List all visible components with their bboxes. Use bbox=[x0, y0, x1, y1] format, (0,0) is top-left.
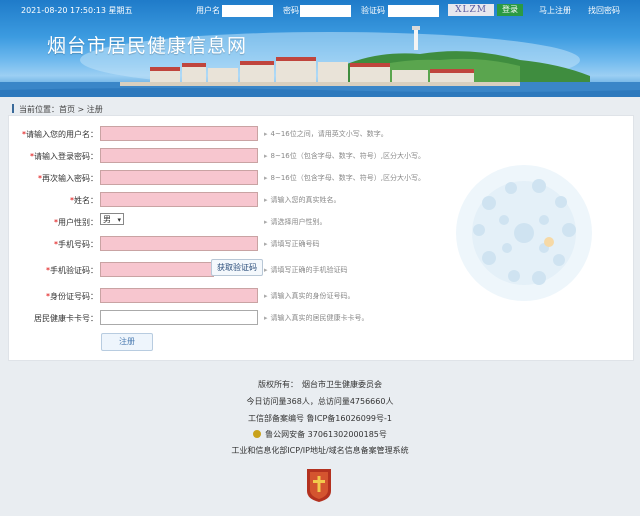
phone-input[interactable] bbox=[100, 236, 258, 251]
health-card-row: 居民健康卡卡号： ▸ 请输入真实的居民健康卡卡号。 bbox=[9, 310, 633, 325]
footer-visits: 今日访问量368人，总访问量4756660人 bbox=[246, 397, 394, 406]
footer-copyright: 版权所有： 烟台市卫生健康委员会 bbox=[258, 380, 382, 389]
id-number-input[interactable] bbox=[100, 288, 258, 303]
sms-code-input[interactable] bbox=[100, 262, 214, 277]
password-field-label: 请输入登录密码： bbox=[34, 152, 98, 161]
sms-code-row: *手机验证码： 获取验证码 ▸ 请填写正确的手机验证码 bbox=[9, 259, 633, 277]
hint-arrow-icon: ▸ bbox=[264, 174, 268, 182]
confirm-password-row: *再次输入密码： ▸ 8~16位（包含字母、数字、符号）,区分大小写。 bbox=[9, 170, 633, 185]
top-password-input[interactable] bbox=[300, 5, 351, 17]
site-header: 2021-08-20 17:50:13 星期五 用户名 密码 验证码 XLZM … bbox=[0, 0, 640, 97]
username-field-label: 请输入您的用户名： bbox=[26, 130, 98, 139]
name-hint: 请输入您的真实姓名。 bbox=[270, 196, 341, 204]
footer-icp[interactable]: 工信部备案编号 鲁ICP备16026099号-1 bbox=[0, 413, 640, 424]
register-link[interactable]: 马上注册 bbox=[539, 5, 571, 16]
id-number-field-label: 身份证号码： bbox=[50, 292, 98, 301]
login-button[interactable]: 登录 bbox=[497, 4, 523, 16]
register-submit-button[interactable]: 注册 bbox=[101, 333, 153, 351]
breadcrumb-prefix: 当前位置： bbox=[19, 105, 59, 114]
captcha-label: 验证码 bbox=[361, 6, 385, 15]
password-row: *请输入登录密码： ▸ 8~16位（包含字母、数字、符号）,区分大小写。 bbox=[9, 148, 633, 163]
footer-police-text: 鲁公网安备 37061302000185号 bbox=[265, 430, 387, 439]
breadcrumb: 当前位置：首页 > 注册 bbox=[8, 101, 632, 115]
hint-arrow-icon: ▸ bbox=[264, 314, 268, 322]
chevron-down-icon: ▾ bbox=[117, 216, 121, 224]
gender-selected-value: 男 bbox=[103, 215, 111, 224]
hint-arrow-icon: ▸ bbox=[264, 218, 268, 226]
confirm-password-field-label: 再次输入密码： bbox=[42, 174, 98, 183]
gender-row: *用户性别： 男 ▾ ▸ 请选择用户性别。 bbox=[9, 213, 633, 228]
breadcrumb-current: 注册 bbox=[86, 105, 103, 114]
hint-arrow-icon: ▸ bbox=[264, 266, 268, 274]
footer-police[interactable]: 鲁公网安备 37061302000185号 bbox=[0, 429, 640, 440]
name-field-label: 姓名： bbox=[74, 196, 98, 205]
police-badge-icon bbox=[253, 430, 262, 438]
top-captcha-input[interactable] bbox=[388, 5, 439, 17]
health-card-input[interactable] bbox=[100, 310, 258, 325]
top-login-bar: 2021-08-20 17:50:13 星期五 用户名 密码 验证码 XLZM … bbox=[0, 0, 640, 20]
username-hint: 4~16位之间，请用英文小写、数字。 bbox=[270, 130, 388, 138]
hint-arrow-icon: ▸ bbox=[264, 130, 268, 138]
registration-form: *请输入您的用户名： ▸ 4~16位之间，请用英文小写、数字。 *请输入登录密码：… bbox=[8, 115, 634, 361]
hint-arrow-icon: ▸ bbox=[264, 152, 268, 160]
breadcrumb-marker bbox=[12, 104, 14, 113]
gender-select[interactable]: 男 ▾ bbox=[100, 213, 124, 225]
sms-code-field-label: 手机验证码： bbox=[50, 266, 98, 275]
top-username-input[interactable] bbox=[222, 5, 273, 17]
id-number-hint: 请输入真实的身份证号码。 bbox=[270, 292, 355, 300]
password-hint: 8~16位（包含字母、数字、符号）,区分大小写。 bbox=[270, 152, 425, 160]
hint-arrow-icon: ▸ bbox=[264, 292, 268, 300]
username-row: *请输入您的用户名： ▸ 4~16位之间，请用英文小写、数字。 bbox=[9, 126, 633, 141]
breadcrumb-text: 当前位置：首页 > 注册 bbox=[19, 104, 103, 115]
password-input[interactable] bbox=[100, 148, 258, 163]
hint-arrow-icon: ▸ bbox=[264, 240, 268, 248]
confirm-password-hint: 8~16位（包含字母、数字、符号）,区分大小写。 bbox=[270, 174, 425, 182]
site-title: 烟台市居民健康信息网 bbox=[47, 35, 248, 57]
datetime-text: 2021-08-20 17:50:13 星期五 bbox=[21, 6, 133, 15]
breadcrumb-separator: > bbox=[75, 105, 87, 114]
hint-arrow-icon: ▸ bbox=[264, 196, 268, 204]
health-card-hint: 请输入真实的居民健康卡卡号。 bbox=[270, 314, 369, 322]
breadcrumb-home-link[interactable]: 首页 bbox=[59, 105, 75, 114]
gender-hint: 请选择用户性别。 bbox=[270, 218, 327, 226]
password-label: 密码 bbox=[283, 6, 299, 15]
captcha-image[interactable]: XLZM bbox=[448, 4, 494, 16]
government-site-emblem-icon[interactable] bbox=[304, 467, 334, 503]
phone-field-label: 手机号码： bbox=[58, 240, 98, 249]
confirm-password-input[interactable] bbox=[100, 170, 258, 185]
name-row: *姓名： ▸ 请输入您的真实姓名。 bbox=[9, 192, 633, 207]
id-number-row: *身份证号码： ▸ 请输入真实的身份证号码。 bbox=[9, 288, 633, 303]
phone-hint: 请填写正确号码 bbox=[270, 240, 320, 248]
gender-field-label: 用户性别： bbox=[58, 218, 98, 227]
sms-code-hint: 请填写正确的手机验证码 bbox=[270, 266, 348, 274]
footer-miit-link[interactable]: 工业和信息化部ICP/IP地址/域名信息备案管理系统 bbox=[0, 445, 640, 456]
health-card-field-label: 居民健康卡卡号： bbox=[34, 314, 98, 323]
recover-password-link[interactable]: 找回密码 bbox=[588, 5, 620, 16]
phone-row: *手机号码： ▸ 请填写正确号码 bbox=[9, 236, 633, 251]
username-label: 用户名 bbox=[196, 6, 220, 15]
get-code-button[interactable]: 获取验证码 bbox=[211, 259, 263, 276]
username-input[interactable] bbox=[100, 126, 258, 141]
name-input[interactable] bbox=[100, 192, 258, 207]
